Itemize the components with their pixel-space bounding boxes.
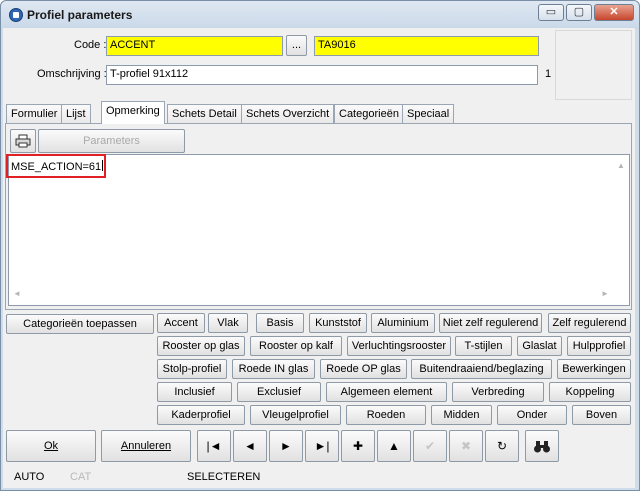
cat-accent[interactable]: Accent (157, 313, 205, 333)
omschrijving-field[interactable]: T-profiel 91x112 (106, 65, 538, 85)
first-record-button[interactable]: |◄ (197, 430, 231, 462)
cat-inclusief[interactable]: Inclusief (157, 382, 232, 402)
refresh-button[interactable]: ↻ (485, 430, 519, 462)
cat-verbreding[interactable]: Verbreding (452, 382, 544, 402)
window-title: Profiel parameters (27, 8, 133, 22)
confirm-button[interactable]: ✔ (413, 430, 447, 462)
scroll-left-icon[interactable]: ◄ (13, 289, 21, 298)
cat-algemeen-element[interactable]: Algemeen element (326, 382, 447, 402)
cat-rooster-op-kalf[interactable]: Rooster op kalf (250, 336, 342, 356)
printer-icon (15, 134, 31, 148)
omschrijving-label: Omschrijving : (37, 68, 107, 80)
cat-onder[interactable]: Onder (497, 405, 567, 425)
cat-roede-in-glas[interactable]: Roede IN glas (232, 359, 315, 379)
status-auto: AUTO (14, 471, 45, 483)
tab-categorieen[interactable]: Categorieën (334, 104, 404, 123)
scroll-up-icon[interactable]: ▲ (617, 161, 625, 170)
cat-aluminium[interactable]: Aluminium (371, 313, 435, 333)
up-button[interactable]: ▲ (377, 430, 411, 462)
cat-roeden[interactable]: Roeden (346, 405, 426, 425)
cat-niet-zelf-regulerend[interactable]: Niet zelf regulerend (439, 313, 542, 333)
app-icon (9, 8, 23, 22)
print-button[interactable] (10, 129, 36, 153)
cat-hulpprofiel[interactable]: Hulpprofiel (567, 336, 631, 356)
cat-stolp-profiel[interactable]: Stolp-profiel (157, 359, 227, 379)
parameters-button[interactable]: Parameters (38, 129, 185, 153)
cat-zelf-regulerend[interactable]: Zelf regulerend (548, 313, 631, 333)
preview-box (555, 30, 632, 100)
code-color-field[interactable]: TA9016 (314, 36, 539, 56)
cat-t-stijlen[interactable]: T-stijlen (455, 336, 512, 356)
last-record-button[interactable]: ►| (305, 430, 339, 462)
add-record-button[interactable]: ✚ (341, 430, 375, 462)
cat-midden[interactable]: Midden (431, 405, 492, 425)
close-button[interactable]: ✕ (594, 4, 634, 21)
cat-verluchtingsrooster[interactable]: Verluchtingsrooster (347, 336, 451, 356)
code-field[interactable]: ACCENT (106, 36, 283, 56)
scroll-right-icon[interactable]: ► (601, 289, 609, 298)
title-bar[interactable]: Profiel parameters ▭ ▢ ✕ (1, 1, 639, 29)
tab-opmerking[interactable]: Opmerking (101, 101, 165, 124)
cat-kunststof[interactable]: Kunststof (309, 313, 367, 333)
status-cat: CAT (70, 471, 92, 483)
cat-buitendraaiend-beglazing[interactable]: Buitendraaiend/beglazing (411, 359, 552, 379)
counter-value: 1 (545, 68, 552, 80)
cat-basis[interactable]: Basis (256, 313, 304, 333)
tab-schets-detail[interactable]: Schets Detail (167, 104, 242, 123)
binoculars-icon (534, 441, 550, 453)
code-browse-button[interactable]: ... (286, 35, 307, 56)
ok-button[interactable]: Ok (6, 430, 96, 462)
cat-boven[interactable]: Boven (572, 405, 631, 425)
categorieen-toepassen-button[interactable]: Categorieën toepassen (6, 314, 154, 334)
minimize-button[interactable]: ▭ (538, 4, 564, 21)
cat-roede-op-glas[interactable]: Roede OP glas (320, 359, 407, 379)
annuleren-button[interactable]: Annuleren (101, 430, 191, 462)
binoculars-search-button[interactable] (525, 430, 559, 462)
tab-lijst[interactable]: Lijst (61, 104, 91, 123)
status-mode: SELECTEREN (187, 471, 261, 483)
cat-koppeling[interactable]: Koppeling (549, 382, 631, 402)
tab-formulier[interactable]: Formulier (6, 104, 63, 123)
tab-schets-overzicht[interactable]: Schets Overzicht (241, 104, 335, 123)
next-record-button[interactable]: ► (269, 430, 303, 462)
cat-bewerkingen[interactable]: Bewerkingen (557, 359, 631, 379)
cat-glaslat[interactable]: Glaslat (517, 336, 562, 356)
cat-exclusief[interactable]: Exclusief (237, 382, 321, 402)
tab-speciaal[interactable]: Speciaal (402, 104, 455, 123)
memo-highlight-box (6, 154, 106, 178)
prev-record-button[interactable]: ◄ (233, 430, 267, 462)
cat-vleugelprofiel[interactable]: Vleugelprofiel (250, 405, 341, 425)
cat-vlak[interactable]: Vlak (208, 313, 248, 333)
maximize-button[interactable]: ▢ (566, 4, 592, 21)
cat-kaderprofiel[interactable]: Kaderprofiel (157, 405, 245, 425)
code-label: Code : (74, 39, 107, 51)
cat-rooster-op-glas[interactable]: Rooster op glas (157, 336, 245, 356)
cancel-edit-button[interactable]: ✖ (449, 430, 483, 462)
